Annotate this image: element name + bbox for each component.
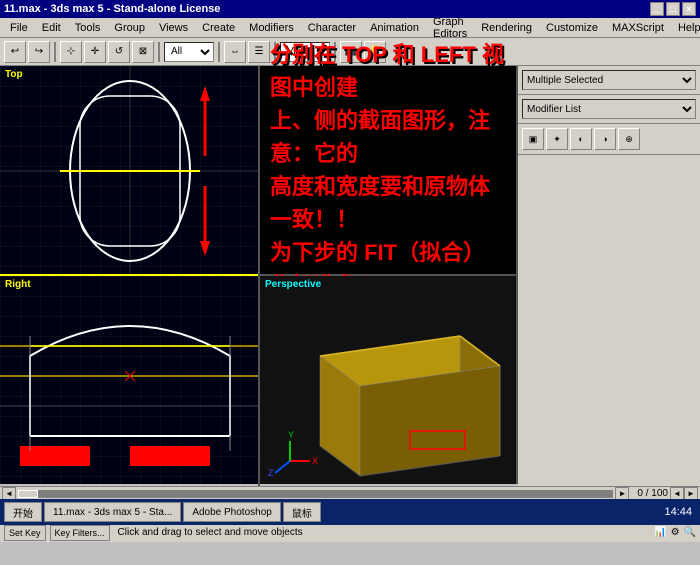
right-viewport-svg [0,276,258,484]
top-viewport-svg [0,66,258,274]
perspective-viewport-svg: X Y Z [260,276,516,484]
center-column: 分别在 TOP 和 LEFT 视图中创建上、侧的截面图形，注意：它的高度和宽度要… [260,66,518,486]
start-button[interactable]: 开始 [4,502,42,522]
taskbar-app-0[interactable]: 11.max - 3ds max 5 - Sta... [44,502,181,522]
system-clock: 14:44 [664,506,696,518]
panel-tab-3[interactable]: ◑ [594,128,616,150]
panel-tab-0[interactable]: ▣ [522,128,544,150]
top-viewport[interactable]: Top [0,66,258,276]
panel-content-area [518,155,700,486]
modifier-dropdown[interactable]: Modifier List [522,99,696,119]
set-key-button[interactable]: Set Key [4,525,46,541]
panel-tab-1[interactable]: ✦ [546,128,568,150]
separator-1 [54,42,56,62]
menu-group[interactable]: Group [108,20,151,36]
panel-tab-2[interactable]: ◐ [570,128,592,150]
icon-3: 🔍 [684,527,696,538]
right-viewport-label: Right [5,279,31,290]
modifier-dropdown-area: Modifier List [518,95,700,124]
minimize-button[interactable]: _ [650,2,664,16]
undo-button[interactable]: ↩ [4,41,26,63]
panel-tab-buttons: ▣ ✦ ◐ ◑ ⊕ [518,124,700,155]
svg-text:Z: Z [268,468,274,478]
perspective-viewport[interactable]: Perspective [260,276,518,484]
separator-3 [218,42,220,62]
separator-2 [158,42,160,62]
panel-tab-4[interactable]: ⊕ [618,128,640,150]
menu-views[interactable]: Views [153,20,194,36]
viewport-row: Top [0,66,700,486]
menu-maxscript[interactable]: MAXScript [606,20,670,36]
icon-1: 📊 [654,527,666,538]
selection-filter[interactable]: All [164,42,214,62]
progress-text: 0 / 100 [637,488,668,499]
menu-help[interactable]: Help [672,20,700,36]
redo-button[interactable]: ↪ [28,41,50,63]
chinese-instruction: 分别在 TOP 和 LEFT 视图中创建上、侧的截面图形，注意：它的高度和宽度要… [260,28,516,312]
main-container: Top [0,66,700,565]
svg-text:X: X [312,456,318,466]
rotate-button[interactable]: ↺ [108,41,130,63]
panel-selected-dropdown: Multiple Selected [518,66,700,95]
taskbar-app-2[interactable]: 鼠标 [283,502,321,522]
select-button[interactable]: ⊹ [60,41,82,63]
taskbar-app-1[interactable]: Adobe Photoshop [183,502,281,522]
title-bar: 11.max - 3ds max 5 - Stand-alone License… [0,0,700,18]
right-viewport[interactable]: Right [0,276,258,484]
title-text: 11.max - 3ds max 5 - Stand-alone License [4,3,220,15]
scroll-bar: ◄ ► 0 / 100 ◄ ► [0,486,700,500]
scroll-track[interactable] [18,490,613,498]
menu-tools[interactable]: Tools [69,20,107,36]
menu-file[interactable]: File [4,20,34,36]
icon-2: ⚙ [671,527,680,538]
menu-customize[interactable]: Customize [540,20,604,36]
right-side-icons: 📊 ⚙ 🔍 [654,527,696,538]
svg-text:Y: Y [288,430,294,440]
menu-create[interactable]: Create [196,20,241,36]
move-button[interactable]: ✛ [84,41,106,63]
title-controls: _ □ × [650,2,696,16]
top-viewport-label: Top [5,69,23,80]
instruction-text-area: 分别在 TOP 和 LEFT 视图中创建上、侧的截面图形，注意：它的高度和宽度要… [260,66,518,276]
mirror-button[interactable]: ⇔ [224,41,246,63]
key-filters-button[interactable]: Key Filters... [50,525,110,541]
scroll-thumb[interactable] [18,490,38,498]
close-button[interactable]: × [682,2,696,16]
perspective-viewport-label: Perspective [265,279,321,290]
status-bar-2: Set Key Key Filters... Click and drag to… [0,522,700,542]
menu-edit[interactable]: Edit [36,20,67,36]
status-message: Click and drag to select and move object… [118,527,303,538]
maximize-button[interactable]: □ [666,2,680,16]
taskbar: 开始 11.max - 3ds max 5 - Sta... Adobe Pho… [0,499,700,525]
right-panel: Multiple Selected Modifier List ▣ ✦ ◐ ◑ … [518,66,700,486]
scale-button[interactable]: ⊠ [132,41,154,63]
left-column: Top [0,66,260,486]
selected-dropdown[interactable]: Multiple Selected [522,70,696,90]
